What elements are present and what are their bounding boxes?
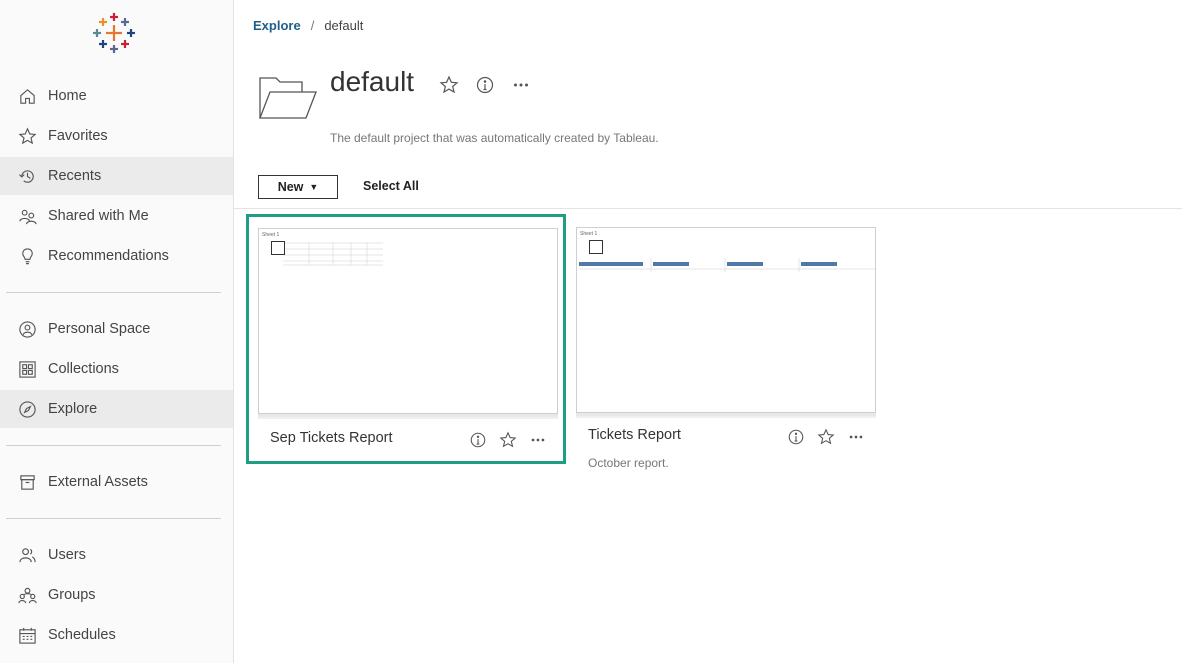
- workbook-title[interactable]: Tickets Report: [588, 427, 681, 443]
- card-actions: [786, 427, 876, 447]
- home-icon: [17, 86, 37, 106]
- sidebar-item-personal-space[interactable]: Personal Space: [0, 310, 233, 348]
- sidebar-item-label: Users: [48, 547, 86, 563]
- users-icon: [17, 545, 37, 565]
- person-icon: [17, 319, 37, 339]
- sidebar-item-label: Schedules: [48, 627, 116, 643]
- sidebar-item-label: Explore: [48, 401, 98, 417]
- favorite-star-icon[interactable]: [438, 74, 460, 96]
- breadcrumb-link-explore[interactable]: Explore: [253, 18, 301, 33]
- sidebar-item-recents[interactable]: Recents: [0, 157, 233, 195]
- sidebar-item-label: Favorites: [48, 128, 108, 144]
- sidebar-item-label: Recents: [48, 168, 102, 184]
- project-description: The default project that was automatical…: [330, 131, 659, 145]
- lightbulb-icon: [17, 246, 37, 266]
- new-button[interactable]: New ▼: [258, 175, 338, 199]
- workbook-card[interactable]: Sheet 1 Sep Tickets Report: [246, 214, 566, 464]
- more-actions-icon[interactable]: [528, 430, 548, 450]
- sidebar-item-label: Collections: [48, 361, 119, 377]
- caret-down-icon: ▼: [309, 182, 319, 192]
- archive-icon: [17, 472, 37, 492]
- toolbar-divider: [234, 208, 1182, 209]
- sidebar-divider: [6, 445, 221, 446]
- sidebar-item-schedules[interactable]: Schedules: [0, 616, 233, 654]
- workbook-description: October report.: [588, 456, 669, 470]
- info-icon[interactable]: [786, 427, 806, 447]
- favorite-star-icon[interactable]: [498, 430, 518, 450]
- sidebar-item-label: Groups: [48, 587, 96, 603]
- favorite-star-icon[interactable]: [816, 427, 836, 447]
- title-actions: [438, 74, 546, 96]
- sidebar-item-explore[interactable]: Explore: [0, 390, 233, 428]
- groups-icon: [17, 585, 37, 605]
- workbook-title[interactable]: Sep Tickets Report: [270, 430, 393, 446]
- sidebar-item-collections[interactable]: Collections: [0, 350, 233, 388]
- star-icon: [17, 126, 37, 146]
- thumbnail-preview: [283, 242, 383, 266]
- workbook-thumbnail[interactable]: Sheet 1: [576, 227, 876, 413]
- sidebar: Home Favorites Recents Shared with Me Re…: [0, 0, 234, 663]
- new-button-label: New: [277, 180, 304, 194]
- sidebar-item-label: Home: [48, 88, 87, 104]
- workbook-card[interactable]: Sheet 1 Tickets Report October report.: [567, 217, 887, 470]
- breadcrumb-separator: /: [310, 18, 315, 33]
- compass-icon: [17, 399, 37, 419]
- history-icon: [17, 166, 37, 186]
- people-icon: [17, 206, 37, 226]
- select-checkbox[interactable]: [271, 241, 285, 255]
- sidebar-item-shared-with-me[interactable]: Shared with Me: [0, 197, 233, 235]
- sidebar-divider: [6, 518, 221, 519]
- tableau-logo[interactable]: [92, 12, 136, 54]
- sidebar-item-favorites[interactable]: Favorites: [0, 117, 233, 155]
- more-actions-icon[interactable]: [846, 427, 866, 447]
- select-checkbox[interactable]: [589, 240, 603, 254]
- breadcrumb: Explore / default: [253, 18, 363, 33]
- breadcrumb-current: default: [324, 18, 364, 33]
- collections-icon: [17, 359, 37, 379]
- sidebar-item-label: External Assets: [48, 474, 148, 490]
- sidebar-item-recommendations[interactable]: Recommendations: [0, 237, 233, 275]
- info-icon[interactable]: [468, 430, 488, 450]
- calendar-icon: [17, 625, 37, 645]
- page-title: default: [330, 66, 415, 97]
- info-icon[interactable]: [474, 74, 496, 96]
- thumbnail-preview: [579, 258, 875, 272]
- folder-icon: [258, 70, 318, 120]
- workbook-thumbnail[interactable]: Sheet 1: [258, 228, 558, 414]
- sidebar-divider: [6, 292, 221, 293]
- sidebar-item-label: Personal Space: [48, 321, 151, 337]
- sidebar-item-groups[interactable]: Groups: [0, 576, 233, 614]
- main-content: Explore / default default The default pr…: [234, 0, 1182, 663]
- sidebar-item-label: Shared with Me: [48, 208, 149, 224]
- card-actions: [468, 430, 558, 450]
- sidebar-item-home[interactable]: Home: [0, 77, 233, 115]
- sidebar-item-label: Recommendations: [48, 248, 169, 264]
- sidebar-item-external-assets[interactable]: External Assets: [0, 463, 233, 501]
- more-actions-icon[interactable]: [510, 74, 532, 96]
- sidebar-item-users[interactable]: Users: [0, 536, 233, 574]
- select-all-button[interactable]: Select All: [363, 179, 419, 193]
